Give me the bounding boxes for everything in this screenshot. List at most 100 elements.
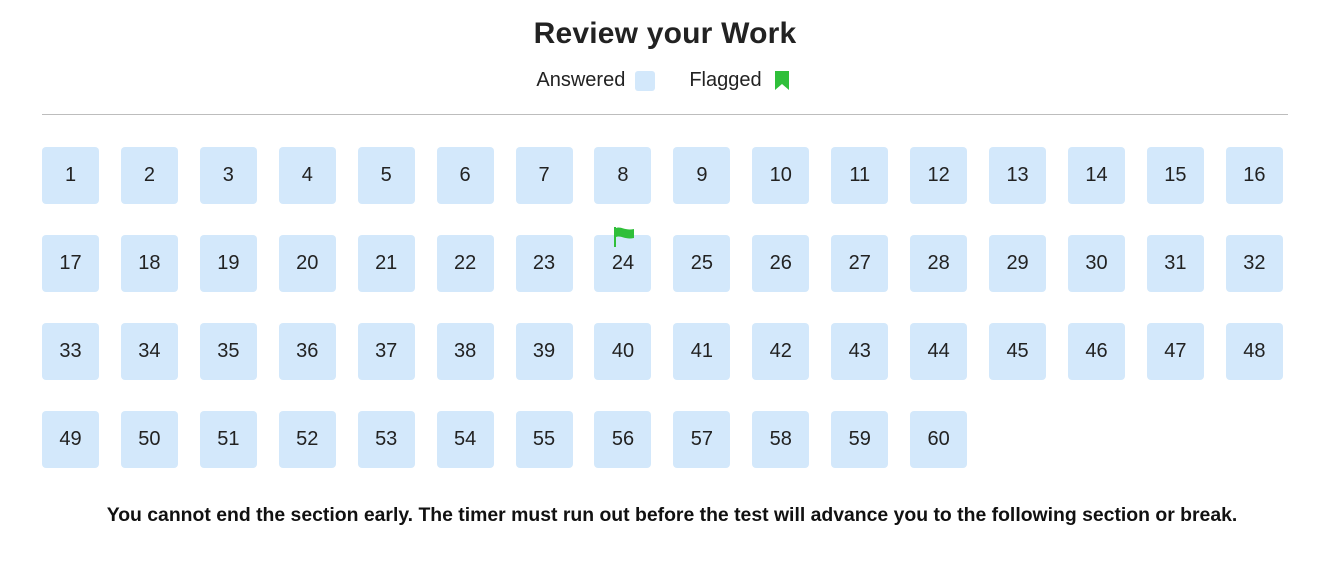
- question-number: 45: [1006, 340, 1029, 362]
- question-button[interactable]: 26: [752, 235, 810, 292]
- question-button[interactable]: 47: [1146, 323, 1204, 380]
- question-button[interactable]: 60: [910, 411, 968, 468]
- question-button[interactable]: 14: [1067, 147, 1125, 204]
- question-number: 6: [459, 164, 471, 186]
- question-number: 48: [1243, 340, 1266, 362]
- question-button[interactable]: 28: [910, 235, 968, 292]
- question-button[interactable]: 8: [594, 147, 652, 204]
- question-button[interactable]: 48: [1225, 323, 1283, 380]
- question-button[interactable]: 59: [831, 411, 889, 468]
- question-number: 37: [375, 340, 398, 362]
- question-button[interactable]: 55: [515, 411, 573, 468]
- question-button[interactable]: 38: [436, 323, 494, 380]
- question-button[interactable]: 5: [357, 147, 415, 204]
- question-button[interactable]: 12: [910, 147, 968, 204]
- question-button[interactable]: 2: [120, 147, 178, 204]
- question-button[interactable]: 25: [673, 235, 731, 292]
- question-button[interactable]: 6: [436, 147, 494, 204]
- question-number: 5: [380, 164, 392, 186]
- question-button[interactable]: 37: [357, 323, 415, 380]
- question-button[interactable]: 42: [752, 323, 810, 380]
- question-number: 60: [927, 428, 950, 450]
- question-number: 11: [849, 164, 871, 186]
- question-number: 21: [375, 252, 398, 274]
- question-button[interactable]: 16: [1225, 147, 1283, 204]
- question-button[interactable]: 20: [278, 235, 336, 292]
- question-button[interactable]: 31: [1146, 235, 1204, 292]
- question-number: 23: [532, 252, 556, 274]
- question-number: 39: [532, 340, 556, 362]
- question-button[interactable]: 40: [594, 323, 652, 380]
- question-button[interactable]: 22: [436, 235, 494, 292]
- question-button[interactable]: 3: [199, 147, 257, 204]
- question-number: 40: [611, 340, 635, 362]
- question-number: 28: [927, 252, 950, 274]
- question-button[interactable]: 19: [199, 235, 257, 292]
- question-button[interactable]: 9: [673, 147, 731, 204]
- question-button[interactable]: 18: [120, 235, 178, 292]
- question-number: 30: [1085, 252, 1108, 274]
- question-button[interactable]: 57: [673, 411, 731, 468]
- question-number: 13: [1006, 164, 1029, 186]
- flag-icon: [613, 227, 635, 247]
- question-number: 27: [848, 252, 871, 274]
- question-number: 52: [296, 428, 319, 450]
- question-number: 1: [64, 164, 77, 186]
- question-number: 36: [296, 340, 319, 362]
- question-button[interactable]: 32: [1225, 235, 1283, 292]
- legend-answered: Answered: [536, 69, 656, 92]
- question-button[interactable]: 30: [1067, 235, 1125, 292]
- question-button[interactable]: 13: [989, 147, 1047, 204]
- question-number: 41: [690, 340, 713, 362]
- question-button[interactable]: 51: [199, 411, 257, 468]
- question-button[interactable]: 17: [42, 235, 99, 292]
- question-button[interactable]: 43: [831, 323, 889, 380]
- question-button[interactable]: 29: [989, 235, 1047, 292]
- question-button[interactable]: 41: [673, 323, 731, 380]
- question-button[interactable]: 46: [1067, 323, 1125, 380]
- question-button[interactable]: 15: [1146, 147, 1204, 204]
- question-button[interactable]: 27: [831, 235, 889, 292]
- question-number: 43: [848, 340, 871, 362]
- question-button[interactable]: 11: [831, 147, 889, 204]
- question-button[interactable]: 39: [515, 323, 573, 380]
- question-button[interactable]: 58: [752, 411, 810, 468]
- question-button[interactable]: 35: [199, 323, 257, 380]
- question-button[interactable]: 52: [278, 411, 336, 468]
- question-number: 26: [769, 252, 792, 274]
- question-number: 20: [296, 252, 319, 274]
- question-number: 38: [453, 340, 477, 362]
- question-button[interactable]: 1: [42, 147, 99, 204]
- question-button[interactable]: 34: [120, 323, 178, 380]
- question-button[interactable]: 54: [436, 411, 494, 468]
- section-notice: You cannot end the section early. The ti…: [106, 504, 1238, 526]
- question-button[interactable]: 56: [594, 411, 652, 468]
- question-number: 31: [1164, 252, 1187, 274]
- question-number: 12: [927, 164, 950, 186]
- question-button[interactable]: 53: [357, 411, 415, 468]
- question-number: 47: [1164, 340, 1187, 362]
- question-button[interactable]: 23: [515, 235, 573, 292]
- question-number: 56: [611, 428, 635, 450]
- question-button[interactable]: 21: [357, 235, 415, 292]
- question-button[interactable]: 36: [278, 323, 336, 380]
- question-button[interactable]: 7: [515, 147, 573, 204]
- legend-flagged-label: Flagged: [689, 69, 762, 91]
- question-number: 16: [1243, 164, 1266, 186]
- question-button[interactable]: 50: [120, 411, 178, 468]
- question-button[interactable]: 49: [42, 411, 99, 468]
- question-button[interactable]: 4: [278, 147, 336, 204]
- question-button[interactable]: 44: [910, 323, 968, 380]
- question-number: 10: [769, 164, 792, 186]
- question-number: 29: [1006, 252, 1029, 274]
- question-number: 14: [1085, 164, 1108, 186]
- question-number: 22: [453, 252, 477, 274]
- question-number: 18: [138, 252, 161, 274]
- question-number: 42: [769, 340, 792, 362]
- question-button[interactable]: 10: [752, 147, 810, 204]
- question-number: 50: [138, 428, 161, 450]
- question-button[interactable]: 45: [989, 323, 1047, 380]
- question-button[interactable]: 33: [42, 323, 99, 380]
- question-button[interactable]: 24: [594, 227, 652, 292]
- question-number: 53: [375, 428, 398, 450]
